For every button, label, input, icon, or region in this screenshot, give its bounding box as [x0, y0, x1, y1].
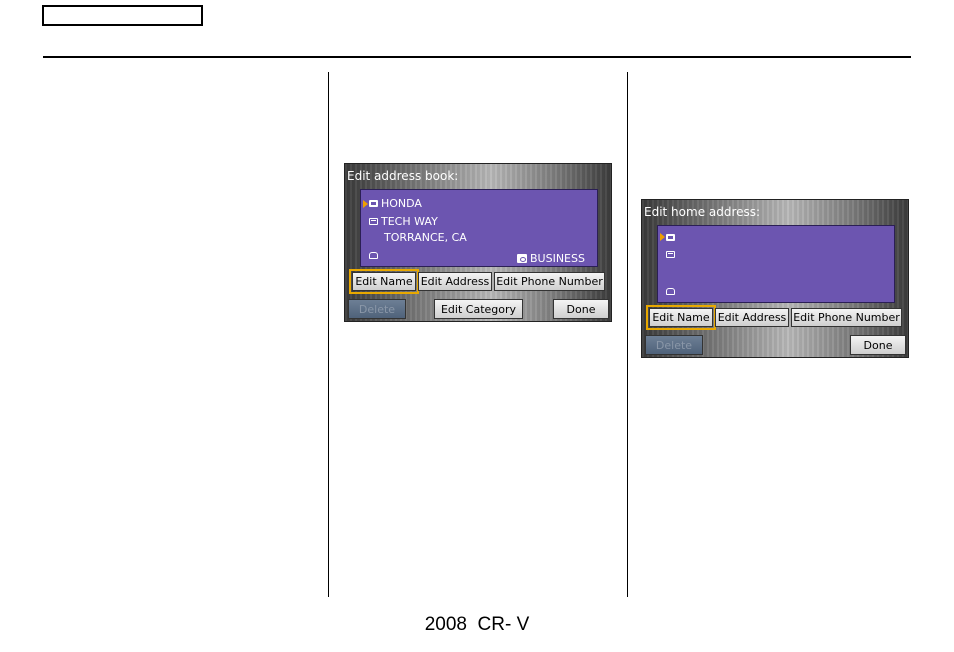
category-icon [517, 254, 527, 263]
entry-name: HONDA [381, 197, 422, 210]
edit-address-book-screen: Edit address book: HONDA TECH WAY TORRAN… [344, 163, 612, 322]
section-tab-box [42, 5, 203, 26]
column-divider-left [328, 72, 329, 597]
address-house-icon [666, 251, 675, 258]
entry-address-line1: TECH WAY [381, 215, 438, 228]
home-phone-row[interactable] [666, 288, 678, 295]
home-entry-panel [657, 225, 895, 303]
entry-category: BUSINESS [530, 252, 585, 265]
entry-name-row[interactable]: HONDA [363, 197, 422, 210]
entry-address-line2: TORRANCE, CA [384, 231, 467, 244]
column-divider-right [627, 72, 628, 597]
entry-address-line2-row: TORRANCE, CA [384, 231, 467, 244]
header-rule [43, 56, 911, 58]
edit-address-button[interactable]: Edit Address [715, 308, 789, 327]
name-card-icon [666, 233, 675, 241]
done-button[interactable]: Done [553, 299, 609, 319]
edit-address-button[interactable]: Edit Address [418, 272, 492, 291]
delete-button[interactable]: Delete [645, 335, 703, 355]
edit-name-button[interactable]: Edit Name [646, 305, 716, 330]
entry-address-row[interactable]: TECH WAY [369, 215, 438, 228]
cursor-arrow-icon [660, 233, 665, 241]
footer-model-year: 2008 CR- V [424, 614, 530, 635]
edit-home-address-screen: Edit home address: Edit Name Edit Addres… [641, 199, 909, 358]
cursor-arrow-icon [363, 199, 368, 208]
home-name-row[interactable] [660, 233, 678, 241]
entry-phone-row[interactable] [369, 252, 381, 259]
edit-phone-number-button[interactable]: Edit Phone Number [791, 308, 902, 327]
entry-category-row: BUSINESS [517, 252, 585, 265]
address-entry-panel: HONDA TECH WAY TORRANCE, CA BUSINESS [360, 189, 598, 267]
done-button[interactable]: Done [850, 335, 906, 355]
phone-icon [666, 288, 675, 295]
edit-name-button[interactable]: Edit Name [349, 269, 419, 294]
edit-phone-number-button[interactable]: Edit Phone Number [494, 272, 605, 291]
address-house-icon [369, 218, 378, 225]
screen-title: Edit home address: [644, 205, 761, 219]
edit-category-button[interactable]: Edit Category [434, 299, 523, 319]
delete-button[interactable]: Delete [348, 299, 406, 319]
home-address-row[interactable] [666, 251, 678, 258]
phone-icon [369, 252, 378, 259]
name-card-icon [369, 200, 378, 207]
screen-title: Edit address book: [347, 169, 459, 183]
